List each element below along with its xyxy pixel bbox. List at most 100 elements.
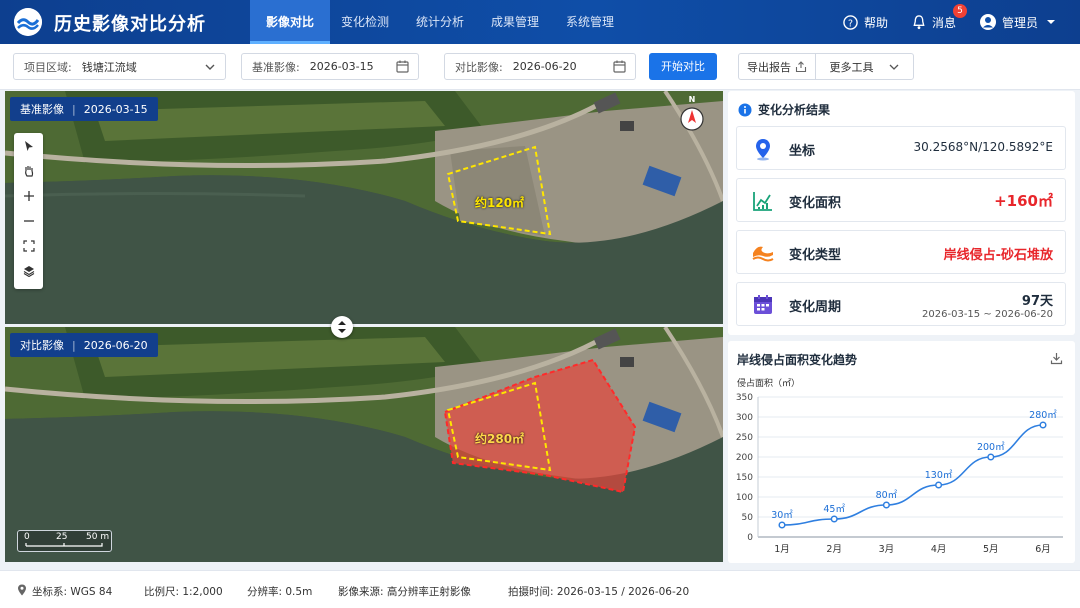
scale-tick-25: 25 xyxy=(56,532,68,542)
compare-image-map[interactable]: 对比影像 | 2026-06-20 约280㎡ 0 25 50 m xyxy=(5,327,723,562)
compare-date-value: 2026-06-20 xyxy=(512,60,577,73)
status-scale: 比例尺: 1:2,000 xyxy=(144,586,223,598)
chart-data-label: 200㎡ xyxy=(977,442,1005,453)
help-icon: ? xyxy=(843,14,858,30)
compass-icon xyxy=(680,107,704,131)
calendar-icon xyxy=(396,60,409,73)
compare-date-picker[interactable]: 对比影像: 2026-06-20 xyxy=(444,53,636,80)
change-type-card: 变化类型 岸线侵占-砂石堆放 xyxy=(736,230,1066,274)
pan-tool[interactable] xyxy=(14,158,43,183)
minus-icon xyxy=(23,219,34,222)
change-period-value: 97天 xyxy=(1021,294,1053,309)
info-icon xyxy=(738,103,752,116)
base-image-scene xyxy=(5,91,723,324)
region-select[interactable]: 项目区域: 钱塘江流域 xyxy=(13,53,226,80)
zoom-out-tool[interactable] xyxy=(14,208,43,233)
user-menu[interactable]: 管理员 xyxy=(979,14,1064,31)
status-resolution: 分辨率: 0.5m xyxy=(247,586,313,598)
more-tools-button[interactable]: 更多工具 xyxy=(816,54,913,79)
chart-x-tick-label: 1月 xyxy=(774,544,790,555)
nav-results[interactable]: 成果管理 xyxy=(475,0,555,44)
location-pin-icon xyxy=(18,584,26,596)
main-nav: 影像对比 变化检测 统计分析 成果管理 系统管理 xyxy=(250,0,625,44)
zoom-in-tool[interactable] xyxy=(14,183,43,208)
change-period-label: 变化周期 xyxy=(789,300,842,315)
help-label: 帮助 xyxy=(863,15,888,30)
user-avatar-icon xyxy=(979,14,996,30)
coordinate-value: 30.2568°N/120.5892°E xyxy=(913,140,1053,154)
change-area-value: +160㎡ xyxy=(994,192,1053,210)
chart-y-tick-label: 0 xyxy=(747,533,753,543)
change-type-value: 岸线侵占-砂石堆放 xyxy=(943,248,1053,263)
app-header: 历史影像对比分析 影像对比 变化检测 统计分析 成果管理 系统管理 ? 帮助 消… xyxy=(0,0,1080,44)
chart-series-line xyxy=(781,424,1044,526)
logo-icon xyxy=(14,8,42,36)
nav-change-detection[interactable]: 变化检测 xyxy=(325,0,405,44)
region-label: 项目区域: xyxy=(24,60,72,74)
more-tools-label: 更多工具 xyxy=(829,60,874,74)
chart-y-tick-label: 100 xyxy=(736,493,753,503)
chart-data-point xyxy=(778,521,786,529)
nav-statistics[interactable]: 统计分析 xyxy=(400,0,480,44)
location-pin-icon xyxy=(756,139,770,161)
area-chart-icon xyxy=(753,192,772,211)
layers-icon xyxy=(23,265,34,277)
scale-tick-0: 0 xyxy=(24,532,30,542)
bell-icon xyxy=(913,14,925,29)
chart-data-label: 45㎡ xyxy=(823,504,845,515)
chart-y-tick-label: 150 xyxy=(736,473,753,483)
coordinate-label: 坐标 xyxy=(789,144,816,159)
base-date-picker[interactable]: 基准影像: 2026-03-15 xyxy=(241,53,419,80)
pointer-icon xyxy=(24,140,33,151)
pointer-tool[interactable] xyxy=(14,133,43,158)
message-count-badge: 5 xyxy=(952,3,967,18)
chart-data-point xyxy=(1039,421,1047,429)
base-image-tag-label: 基准影像 xyxy=(20,103,64,116)
wave-icon xyxy=(752,246,774,262)
calendar-icon xyxy=(613,60,626,73)
base-area-label: 约120㎡ xyxy=(475,196,525,210)
result-title: 变化分析结果 xyxy=(738,101,830,118)
fullscreen-tool[interactable] xyxy=(14,233,43,258)
trend-line-chart: 0 50 100 150 200 250 300 350 1月 2月 3月 4月 5月 6月 30㎡ 45㎡ 8… xyxy=(736,393,1063,555)
layers-tool[interactable] xyxy=(14,258,43,283)
messages-label: 消息 xyxy=(931,15,956,30)
base-date-label: 基准影像: xyxy=(252,60,300,74)
chart-data-point xyxy=(935,481,943,489)
status-bar: 坐标系: WGS 84 比例尺: 1:2,000 分辨率: 0.5m 影像来源:… xyxy=(0,570,1080,608)
chart-y-tick-label: 50 xyxy=(742,513,754,523)
map-tool-palette xyxy=(14,133,43,289)
scale-tick-50: 50 m xyxy=(86,532,110,542)
base-image-tag-date: 2026-03-15 xyxy=(83,102,148,116)
scale-bar: 0 25 50 m xyxy=(17,530,112,552)
chart-y-tick-label: 250 xyxy=(736,433,753,443)
change-area-card: 变化面积 +160㎡ xyxy=(736,178,1066,222)
chart-data-point xyxy=(987,453,995,461)
swipe-divider-handle[interactable] xyxy=(331,316,353,338)
start-compare-button[interactable]: 开始对比 xyxy=(649,53,717,80)
fullscreen-icon xyxy=(22,239,35,252)
compare-area-label: 约280㎡ xyxy=(475,432,525,446)
nav-image-compare[interactable]: 影像对比 xyxy=(250,0,330,44)
help-button[interactable]: ? 帮助 xyxy=(843,14,888,31)
chart-x-tick-label: 2月 xyxy=(826,544,842,555)
nav-system[interactable]: 系统管理 xyxy=(550,0,630,44)
messages-button[interactable]: 消息 5 xyxy=(912,3,967,31)
action-button-group: 导出报告 更多工具 xyxy=(738,53,914,80)
status-source: 影像来源: 高分辨率正射影像 xyxy=(338,586,471,598)
change-period-card: 变化周期 97天 2026-03-15 ~ 2026-06-20 xyxy=(736,282,1066,326)
chart-x-tick-label: 5月 xyxy=(983,544,999,555)
plus-icon xyxy=(23,190,34,201)
chart-data-label: 30㎡ xyxy=(771,510,793,521)
export-report-button[interactable]: 导出报告 xyxy=(739,54,816,79)
hand-icon xyxy=(24,166,33,177)
compare-image-scene xyxy=(5,327,723,562)
calendar-icon xyxy=(754,295,772,314)
app-title: 历史影像对比分析 xyxy=(54,14,206,35)
base-image-map[interactable]: 基准影像 | 2026-03-15 约120㎡ N xyxy=(5,91,723,324)
chart-y-tick-label: 200 xyxy=(736,453,753,463)
compass-north-label: N xyxy=(688,95,696,104)
compare-image-tag-label: 对比影像 xyxy=(20,339,64,352)
trend-chart-panel: 岸线侵占面积变化趋势 侵占面积（㎡） 0 50 100 150 200 250 300 350… xyxy=(728,341,1075,563)
svg-text:?: ? xyxy=(848,18,853,29)
